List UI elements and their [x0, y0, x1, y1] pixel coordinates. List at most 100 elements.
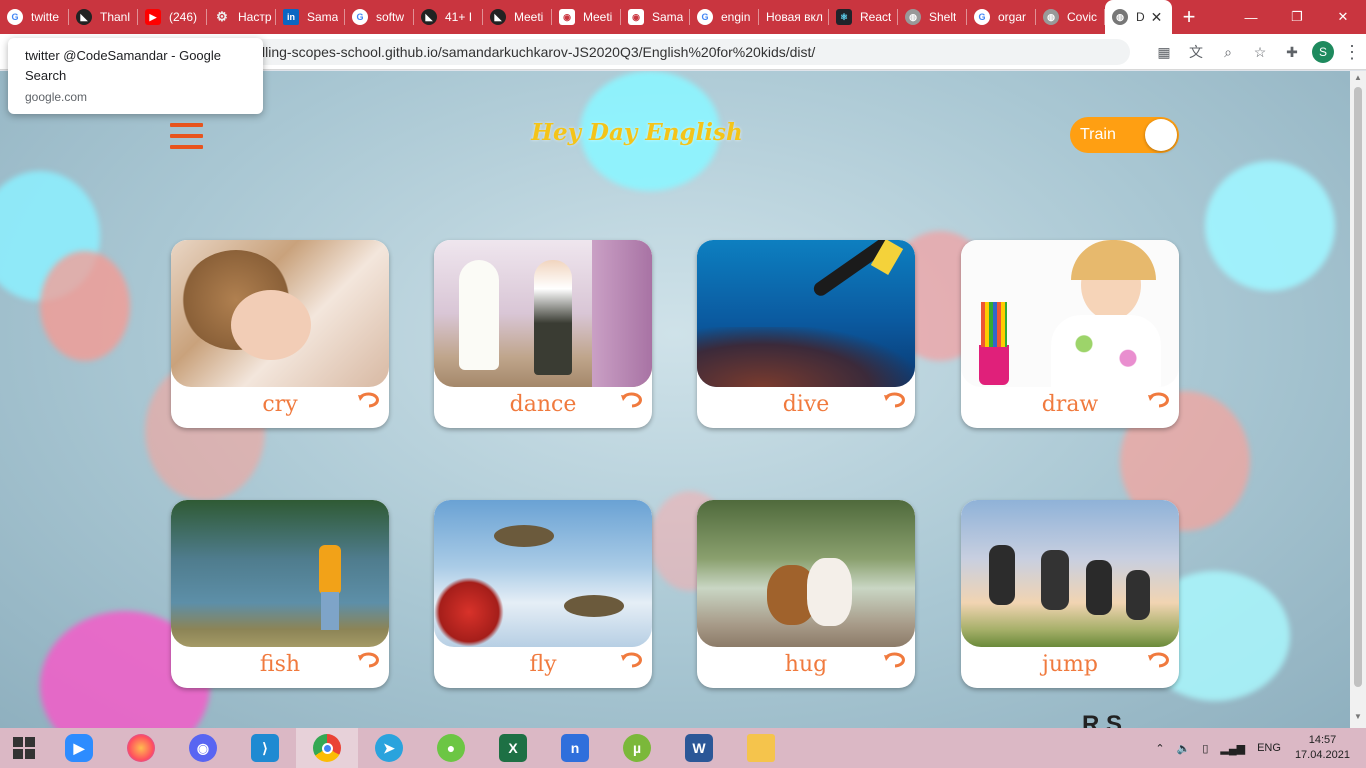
flip-rotate-icon[interactable]: [620, 390, 644, 410]
new-tab-button[interactable]: +: [1172, 4, 1206, 30]
card-image-draw: [961, 240, 1179, 387]
hamburger-menu-button[interactable]: [170, 123, 203, 149]
background-bokeh: [40, 251, 130, 361]
scroll-up-icon[interactable]: ▲: [1350, 73, 1366, 87]
browser-tab[interactable]: ◣ 41+ I: [414, 0, 483, 34]
flip-rotate-icon[interactable]: [883, 650, 907, 670]
word-card[interactable]: fly: [434, 500, 652, 688]
camera-icon: ◉: [559, 9, 575, 25]
network-icon[interactable]: ▂▄▆: [1220, 742, 1245, 755]
close-window-icon[interactable]: ✕: [1320, 0, 1366, 34]
windows-taskbar: ▶ ◉ ⟩ ➤ ● X n µ W ⌃ 🔈 ▯ ▂▄▆ ENG 14:57 17…: [0, 728, 1366, 768]
wechat-app[interactable]: ●: [420, 728, 482, 768]
windows-start-button[interactable]: [0, 728, 48, 768]
flip-rotate-icon[interactable]: [357, 650, 381, 670]
camera-icon: ◉: [628, 9, 644, 25]
browser-tab[interactable]: ▶ (246): [138, 0, 207, 34]
word-card[interactable]: cry: [171, 240, 389, 428]
vscode-app[interactable]: ⟩: [234, 728, 296, 768]
browser-tab[interactable]: Новая вкл: [759, 0, 829, 34]
system-tray: ⌃ 🔈 ▯ ▂▄▆ ENG 14:57 17.04.2021: [1149, 728, 1366, 768]
browser-tab[interactable]: in Sama: [276, 0, 345, 34]
browser-tab[interactable]: Gtwitte: [0, 0, 69, 34]
firefox-app[interactable]: [110, 728, 172, 768]
word-app[interactable]: W: [668, 728, 730, 768]
folder-icon: [747, 734, 775, 762]
tray-expand-icon[interactable]: ⌃: [1155, 742, 1164, 755]
page-scrollbar[interactable]: ▲ ▼: [1350, 71, 1366, 728]
extensions-icon[interactable]: ✚: [1276, 44, 1308, 61]
input-language[interactable]: ENG: [1257, 742, 1281, 754]
menu-dots-icon[interactable]: ⋮: [1338, 42, 1366, 63]
tooltip-title: twitter @CodeSamandar - Google Search: [25, 48, 222, 83]
word-card[interactable]: dive: [697, 240, 915, 428]
browser-tab[interactable]: Gsoftw: [345, 0, 414, 34]
site-logo: Hey Day English: [531, 119, 743, 146]
battery-icon[interactable]: ▯: [1202, 742, 1208, 755]
volume-icon[interactable]: 🔈: [1177, 742, 1191, 755]
bookmark-star-icon[interactable]: ☆: [1244, 44, 1276, 61]
globe-icon: ◍: [905, 9, 921, 25]
excel-app[interactable]: X: [482, 728, 544, 768]
browser-tab-active[interactable]: ◍ D ✕: [1105, 0, 1172, 34]
flip-rotate-icon[interactable]: [1147, 390, 1171, 410]
flip-rotate-icon[interactable]: [1147, 650, 1171, 670]
word-card[interactable]: draw: [961, 240, 1179, 428]
file-explorer-app[interactable]: [730, 728, 792, 768]
discord-icon: ◉: [189, 734, 217, 762]
url-text: lling-scopes-school.github.io/samandarku…: [262, 44, 816, 60]
nimbus-app[interactable]: n: [544, 728, 606, 768]
browser-tab[interactable]: ◉ Meeti: [552, 0, 621, 34]
word-card[interactable]: fish: [171, 500, 389, 688]
translate-icon[interactable]: ⽂: [1180, 42, 1212, 62]
browser-tab[interactable]: Gengin: [690, 0, 759, 34]
close-tab-icon[interactable]: ✕: [1151, 9, 1163, 26]
linkedin-icon: in: [283, 9, 299, 25]
utorrent-icon: µ: [623, 734, 651, 762]
wechat-icon: ●: [437, 734, 465, 762]
word-card[interactable]: dance: [434, 240, 652, 428]
zoom-app[interactable]: ▶: [48, 728, 110, 768]
utorrent-app[interactable]: µ: [606, 728, 668, 768]
card-image-dance: [434, 240, 652, 387]
card-image-jump: [961, 500, 1179, 647]
toggle-label: Train: [1080, 126, 1116, 143]
apps-grid-icon[interactable]: ▦: [1148, 44, 1180, 61]
word-card[interactable]: jump: [961, 500, 1179, 688]
train-play-toggle[interactable]: Train: [1070, 117, 1179, 153]
globe-icon: ◍: [1112, 9, 1128, 25]
flip-rotate-icon[interactable]: [883, 390, 907, 410]
rss-icon: ◣: [421, 9, 437, 25]
browser-tab[interactable]: ◍ Shelt: [898, 0, 967, 34]
discord-app[interactable]: ◉: [172, 728, 234, 768]
flip-rotate-icon[interactable]: [620, 650, 644, 670]
google-icon: G: [7, 9, 23, 25]
scrollbar-thumb[interactable]: [1354, 87, 1362, 687]
browser-tab[interactable]: ◣ Meeti: [483, 0, 552, 34]
address-bar[interactable]: lling-scopes-school.github.io/samandarku…: [250, 39, 1130, 65]
browser-tab[interactable]: ◍ Covic: [1036, 0, 1105, 34]
minimize-icon[interactable]: —: [1228, 0, 1274, 34]
scroll-down-icon[interactable]: ▼: [1350, 712, 1366, 726]
restore-icon[interactable]: ❐: [1274, 0, 1320, 34]
word-card[interactable]: hug: [697, 500, 915, 688]
windows-logo-icon: [13, 737, 35, 759]
browser-tab[interactable]: ⚙ Настр: [207, 0, 276, 34]
rss-icon: ◣: [490, 9, 506, 25]
zoom-icon[interactable]: ⌕: [1212, 44, 1244, 61]
system-clock[interactable]: 14:57 17.04.2021: [1295, 733, 1350, 763]
chrome-app[interactable]: [296, 728, 358, 768]
profile-avatar[interactable]: S: [1312, 41, 1334, 63]
browser-tab[interactable]: ⚛ React: [829, 0, 898, 34]
telegram-app[interactable]: ➤: [358, 728, 420, 768]
flip-rotate-icon[interactable]: [357, 390, 381, 410]
tab-hover-tooltip: twitter @CodeSamandar - Google Search go…: [8, 38, 263, 114]
footer-partial-logo: R S: [1082, 711, 1123, 728]
browser-tab[interactable]: ◣ Thanl: [69, 0, 138, 34]
google-icon: G: [697, 9, 713, 25]
browser-tab[interactable]: Gorgar: [967, 0, 1036, 34]
browser-tab[interactable]: ◉ Sama: [621, 0, 690, 34]
nimbus-icon: n: [561, 734, 589, 762]
page-viewport: Hey Day English Train cry dance dive dra…: [0, 71, 1350, 728]
toggle-knob: [1145, 119, 1177, 151]
